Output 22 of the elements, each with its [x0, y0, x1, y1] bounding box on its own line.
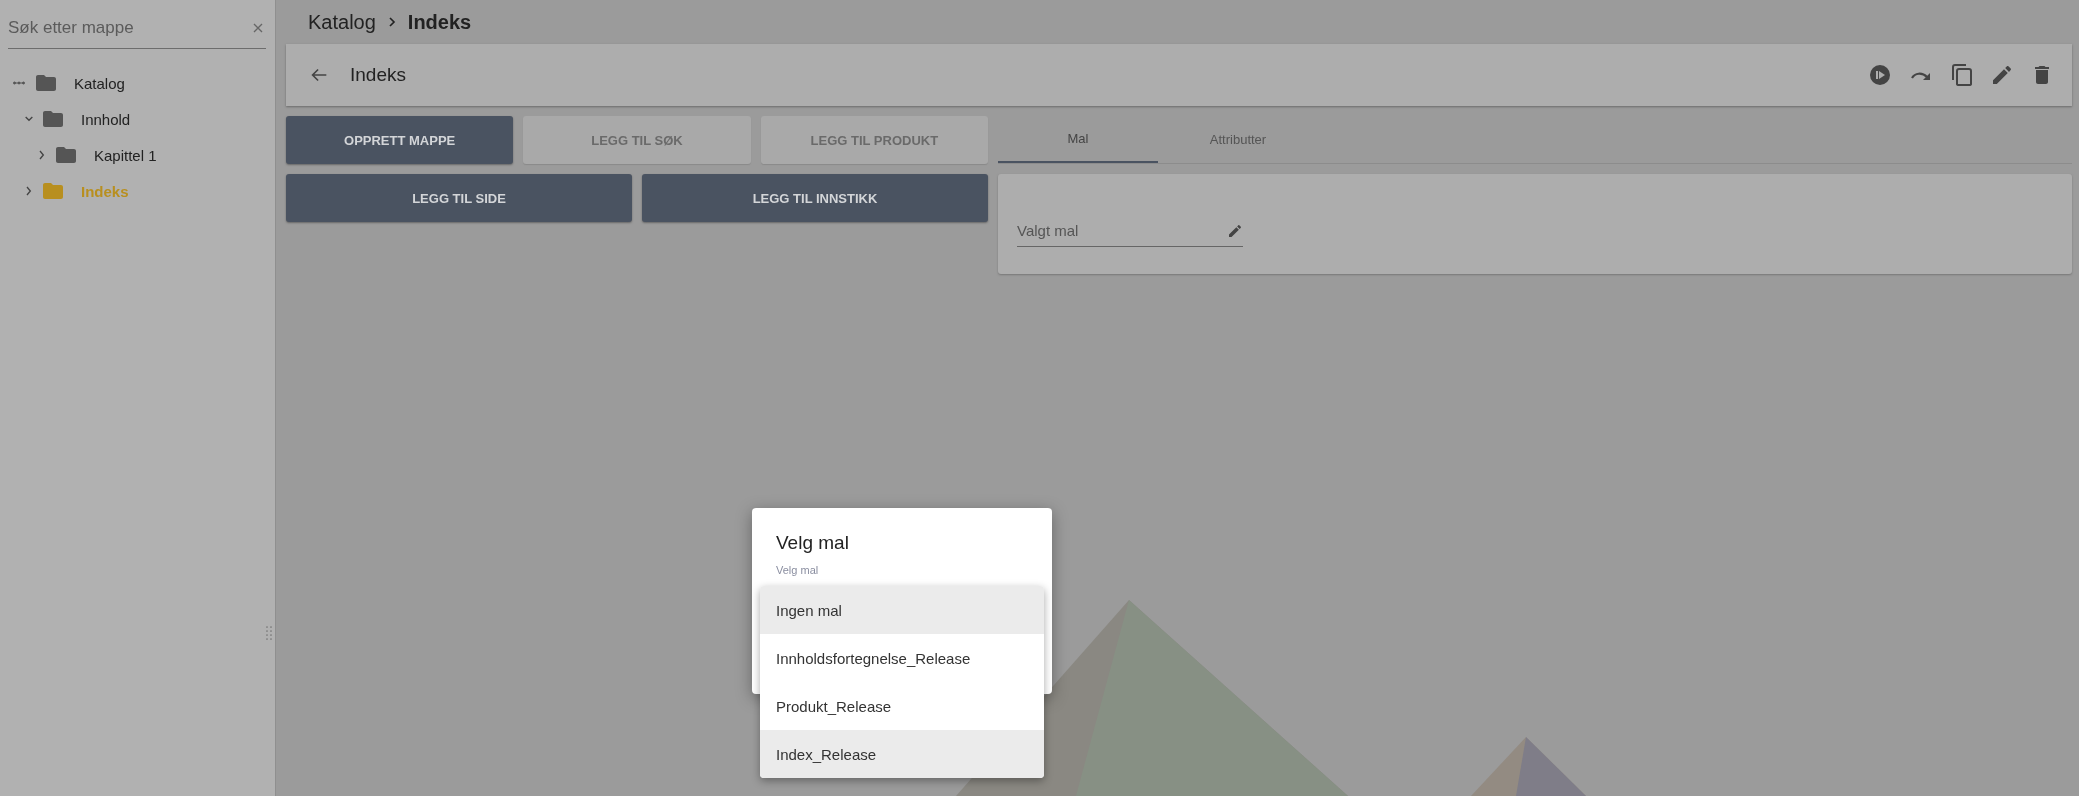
- play-icon[interactable]: [1868, 63, 1892, 87]
- tree-item[interactable]: Innhold: [81, 110, 131, 128]
- search-field[interactable]: Søk etter mappe: [8, 18, 250, 38]
- tree-item[interactable]: Katalog: [74, 74, 125, 92]
- action-button[interactable]: LEGG TIL INNSTIKK: [642, 174, 988, 222]
- dialog-title: Velg mal: [776, 532, 850, 554]
- edit-icon[interactable]: [1227, 222, 1243, 239]
- dropdown-option[interactable]: Index_Release: [760, 730, 1044, 778]
- breadcrumb-item: Indeks: [407, 10, 472, 34]
- dropdown-option[interactable]: Produkt_Release: [760, 682, 1044, 730]
- dropdown-option[interactable]: Ingen mal: [760, 586, 1044, 634]
- page-title: Indeks: [350, 64, 407, 86]
- action-button[interactable]: LEGG TIL SIDE: [286, 174, 632, 222]
- template-field[interactable]: Valgt mal: [1017, 222, 1227, 239]
- copy-icon[interactable]: [1950, 63, 1974, 87]
- dropdown-option[interactable]: Innholdsfortegnelse_Release: [760, 634, 1044, 682]
- edit-icon[interactable]: [1990, 63, 2014, 87]
- tab[interactable]: Mal: [998, 116, 1158, 163]
- field-label: Velg mal: [776, 564, 819, 576]
- tree-item[interactable]: Kapittel 1: [94, 146, 157, 164]
- breadcrumb-item[interactable]: Katalog: [308, 10, 376, 34]
- action-button[interactable]: OPPRETT MAPPE: [286, 116, 514, 164]
